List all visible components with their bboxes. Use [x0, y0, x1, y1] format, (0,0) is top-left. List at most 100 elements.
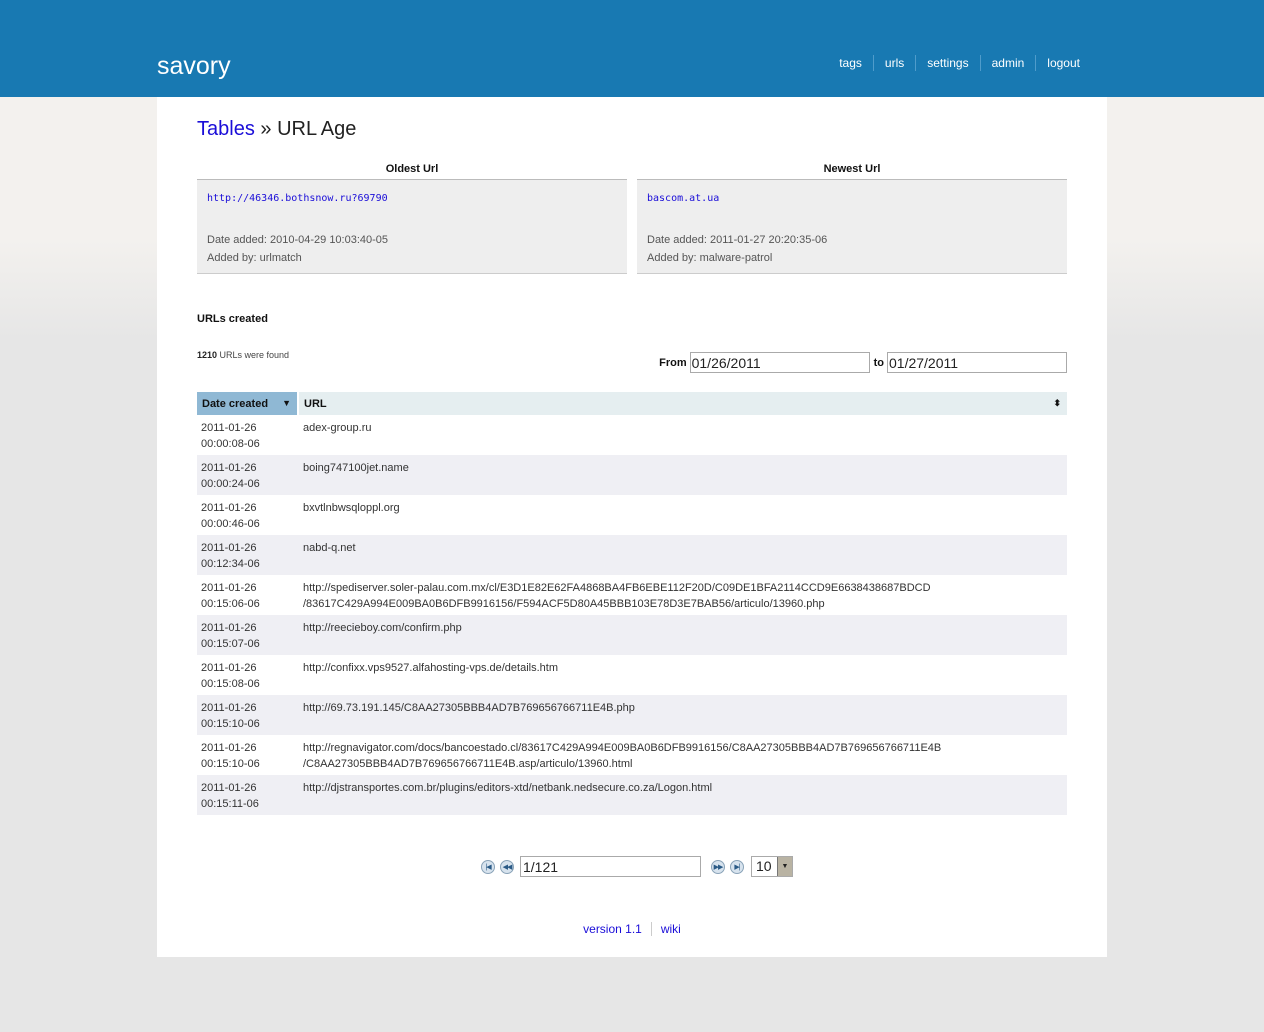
section-title: URLs created — [197, 313, 268, 325]
newest-url-heading: Newest Url — [637, 162, 1067, 180]
date-value: 2011-01-26 — [201, 742, 257, 754]
top-nav: tags urls settings admin logout — [828, 55, 1080, 71]
column-header-url[interactable]: URL ⬍ — [298, 392, 1067, 415]
oldest-url-link[interactable]: http://46346.bothsnow.ru?69790 — [207, 180, 617, 231]
oldest-url-panel: Oldest Url http://46346.bothsnow.ru?6979… — [197, 162, 627, 274]
oldest-url-heading: Oldest Url — [197, 162, 627, 180]
table-row[interactable]: 2011-01-26 00:00:08-06 adex-group.ru — [197, 415, 1067, 455]
url-cell: nabd-q.net — [298, 535, 1067, 575]
table-row[interactable]: 2011-01-26 00:15:10-06 http://regnavigator… — [197, 735, 1067, 775]
url-value: adex-group.ru — [303, 422, 372, 434]
nav-settings[interactable]: settings — [915, 55, 979, 71]
date-cell: 2011-01-26 00:00:24-06 — [197, 455, 298, 495]
table-row[interactable]: 2011-01-26 00:15:06-06 http://spediserver.… — [197, 575, 1067, 615]
nav-logout[interactable]: logout — [1035, 55, 1080, 71]
sort-both-icon: ⬍ — [1053, 398, 1061, 408]
date-cell: 2011-01-26 00:15:11-06 — [197, 775, 298, 815]
sort-desc-icon: ▼ — [282, 398, 291, 408]
pagination: |◀ ◀◀ ▶▶ ▶| 10 ▼ — [481, 856, 793, 877]
nav-admin[interactable]: admin — [979, 55, 1036, 71]
table-row[interactable]: 2011-01-26 00:00:24-06 boing747100jet.name — [197, 455, 1067, 495]
url-cell: http://spediserver.soler-palau.com.mx/cl… — [298, 575, 1067, 615]
date-cell: 2011-01-26 00:12:34-06 — [197, 535, 298, 575]
url-cell: http://reecieboy.com/confirm.php — [298, 615, 1067, 655]
date-value: 2011-01-26 — [201, 542, 257, 554]
date-value: 2011-01-26 — [201, 582, 257, 594]
from-label: From — [659, 356, 687, 369]
chevron-down-icon[interactable]: ▼ — [777, 857, 792, 876]
url-value: http://confixx.vps9527.alfahosting-vps.d… — [303, 662, 558, 674]
table-row[interactable]: 2011-01-26 00:15:08-06 http://confixx.vps9… — [197, 655, 1067, 695]
time-value: 00:00:46-06 — [201, 518, 260, 530]
url-cell: boing747100jet.name — [298, 455, 1067, 495]
page-title-text: URL Age — [277, 118, 357, 140]
time-value: 00:15:11-06 — [201, 798, 259, 810]
date-cell: 2011-01-26 00:00:46-06 — [197, 495, 298, 535]
url-cell: http://regnavigator.com/docs/bancoestado… — [298, 735, 1067, 775]
page-size-select[interactable]: 10 ▼ — [751, 856, 793, 877]
results-count-label: URLs were found — [217, 350, 290, 360]
footer-wiki-link[interactable]: wiki — [650, 922, 690, 936]
table-body: 2011-01-26 00:00:08-06 adex-group.ru 2011-0… — [197, 415, 1067, 815]
table-row[interactable]: 2011-01-26 00:15:11-06 http://djstransport… — [197, 775, 1067, 815]
url-value: http://djstransportes.com.br/plugins/edi… — [303, 782, 713, 794]
url-value-continued: /83617C429A994E009BA0B6DFB9916156/F594AC… — [303, 598, 825, 610]
url-cell: http://69.73.191.145/C8AA27305BBB4AD7B76… — [298, 695, 1067, 735]
page-input[interactable] — [520, 856, 701, 877]
prev-page-icon[interactable]: ◀◀ — [500, 859, 514, 874]
url-cell: http://confixx.vps9527.alfahosting-vps.d… — [298, 655, 1067, 695]
url-value: boing747100jet.name — [303, 462, 409, 474]
url-value: http://regnavigator.com/docs/bancoestado… — [303, 742, 942, 754]
footer: version 1.1 wiki — [157, 922, 1107, 936]
url-cell: http://djstransportes.com.br/plugins/edi… — [298, 775, 1067, 815]
url-value: http://reecieboy.com/confirm.php — [303, 622, 462, 634]
date-cell: 2011-01-26 00:00:08-06 — [197, 415, 298, 455]
time-value: 00:00:08-06 — [201, 438, 260, 450]
from-date-input[interactable] — [689, 352, 870, 373]
date-value: 2011-01-26 — [201, 422, 257, 434]
date-value: 2011-01-26 — [201, 462, 257, 474]
to-label: to — [873, 356, 884, 369]
first-page-icon[interactable]: |◀ — [481, 859, 495, 874]
date-cell: 2011-01-26 00:15:08-06 — [197, 655, 298, 695]
column-header-date[interactable]: Date created ▼ — [197, 392, 299, 415]
footer-version-link[interactable]: version 1.1 — [574, 922, 651, 936]
url-value: bxvtlnbwsqloppl.org — [303, 502, 400, 514]
url-value: nabd-q.net — [303, 542, 356, 554]
date-value: 2011-01-26 — [201, 782, 257, 794]
date-cell: 2011-01-26 00:15:07-06 — [197, 615, 298, 655]
table-row[interactable]: 2011-01-26 00:15:07-06 http://reecieboy.co… — [197, 615, 1067, 655]
date-cell: 2011-01-26 00:15:10-06 — [197, 695, 298, 735]
newest-url-link[interactable]: bascom.at.ua — [647, 180, 1057, 231]
url-value-continued: /C8AA27305BBB4AD7B769656766711E4B.asp/ar… — [303, 758, 633, 770]
url-cell: bxvtlnbwsqloppl.org — [298, 495, 1067, 535]
app-logo[interactable]: savory — [157, 50, 231, 82]
date-value: 2011-01-26 — [201, 622, 257, 634]
page-title: Tables » URL Age — [197, 117, 356, 141]
time-value: 00:15:08-06 — [201, 678, 260, 690]
results-count-number: 1210 — [197, 350, 218, 360]
date-range-filter: From to — [659, 352, 1067, 373]
column-header-date-label: Date created — [202, 397, 269, 410]
table-row[interactable]: 2011-01-26 00:12:34-06 nabd-q.net — [197, 535, 1067, 575]
time-value: 00:15:10-06 — [201, 758, 260, 770]
nav-urls[interactable]: urls — [872, 55, 915, 71]
date-value: 2011-01-26 — [201, 702, 257, 714]
time-value: 00:15:10-06 — [201, 718, 260, 730]
time-value: 00:15:07-06 — [201, 638, 260, 650]
nav-tags[interactable]: tags — [828, 55, 873, 71]
oldest-added-by: Added by: urlmatch — [207, 252, 302, 264]
url-cell: adex-group.ru — [298, 415, 1067, 455]
next-page-icon[interactable]: ▶▶ — [711, 859, 725, 874]
to-date-input[interactable] — [887, 352, 1067, 373]
table-row[interactable]: 2011-01-26 00:00:46-06 bxvtlnbwsqloppl.org — [197, 495, 1067, 535]
newest-added-by: Added by: malware-patrol — [647, 252, 773, 264]
url-value: http://69.73.191.145/C8AA27305BBB4AD7B76… — [303, 702, 635, 714]
table-row[interactable]: 2011-01-26 00:15:10-06 http://69.73.191.14… — [197, 695, 1067, 735]
breadcrumb-tables-link[interactable]: Tables — [197, 118, 255, 140]
newest-date-added: Date added: 2011-01-27 20:20:35-06 — [647, 234, 828, 246]
last-page-icon[interactable]: ▶| — [730, 859, 744, 874]
date-cell: 2011-01-26 00:15:06-06 — [197, 575, 298, 615]
column-header-url-label: URL — [304, 397, 327, 410]
date-value: 2011-01-26 — [201, 662, 257, 674]
